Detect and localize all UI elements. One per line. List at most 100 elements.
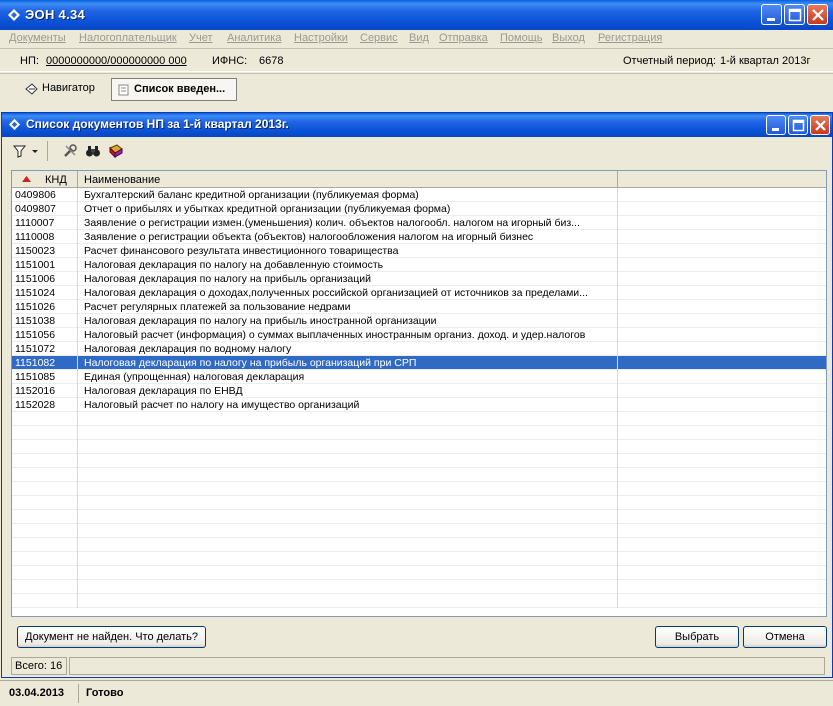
- cancel-button[interactable]: Отмена: [743, 626, 827, 648]
- table-row[interactable]: 1151024 Налоговая декларация о доходах,по…: [12, 286, 826, 300]
- tab-navigator[interactable]: Навигатор: [20, 78, 101, 101]
- cell-knd: [12, 566, 78, 580]
- filter-dropdown-icon[interactable]: [12, 143, 42, 159]
- cell-name: [78, 594, 618, 608]
- table-row[interactable]: 1151072 Налоговая декларация по водному н…: [12, 342, 826, 356]
- column-name-label: Наименование: [84, 174, 161, 186]
- cell-name: [78, 468, 618, 482]
- cell-empty: [618, 202, 826, 216]
- document-not-found-button[interactable]: Документ не найден. Что делать?: [17, 626, 206, 648]
- cell-empty: [618, 370, 826, 384]
- table-row[interactable]: 1151056 Налоговый расчет (информация) о с…: [12, 328, 826, 342]
- cell-knd: 1151026: [12, 300, 78, 314]
- child-title-bar[interactable]: Список документов НП за 1-й квартал 2013…: [2, 113, 832, 137]
- app-logo-icon: [8, 9, 20, 21]
- table-row[interactable]: 1110007 Заявление о регистрации измен.(ум…: [12, 216, 826, 230]
- np-label: НП:: [20, 55, 39, 67]
- cell-name: [78, 426, 618, 440]
- cell-name: Налоговая декларация по налогу на прибыл…: [78, 272, 618, 286]
- tab-document-list-label: Список введен...: [134, 83, 226, 95]
- menu-registration[interactable]: Регистрация: [598, 32, 662, 44]
- cell-knd: 0409806: [12, 188, 78, 202]
- select-button[interactable]: Выбрать: [655, 626, 739, 648]
- cell-name: Расчет финансового результата инвестицио…: [78, 244, 618, 258]
- close-button[interactable]: [807, 4, 828, 25]
- table-row[interactable]: 1151038 Налоговая декларация по налогу на…: [12, 314, 826, 328]
- cell-knd: 1110008: [12, 230, 78, 244]
- child-minimize-button[interactable]: [766, 115, 786, 135]
- tab-document-list[interactable]: Список введен...: [111, 78, 237, 101]
- toolbar-separator: [47, 141, 48, 161]
- table-row-empty: [12, 552, 826, 566]
- table-row[interactable]: 1151085 Единая (упрощенная) налоговая дек…: [12, 370, 826, 384]
- cell-name: Налоговый расчет по налогу на имущество …: [78, 398, 618, 412]
- cell-name: [78, 552, 618, 566]
- menu-send[interactable]: Отправка: [439, 32, 488, 44]
- cell-knd: 1152028: [12, 398, 78, 412]
- table-row[interactable]: 0409807 Отчет о прибылях и убытках кредит…: [12, 202, 826, 216]
- table-row-empty: [12, 454, 826, 468]
- table-row[interactable]: 0409806 Бухгалтерский баланс кредитной ор…: [12, 188, 826, 202]
- cell-knd: 1151038: [12, 314, 78, 328]
- child-maximize-button[interactable]: [788, 115, 808, 135]
- tab-navigator-label: Навигатор: [42, 82, 95, 94]
- table-row-empty: [12, 580, 826, 594]
- child-close-button[interactable]: [810, 115, 830, 135]
- cell-knd: [12, 412, 78, 426]
- cell-knd: [12, 580, 78, 594]
- main-title-bar[interactable]: ЭОН 4.34: [0, 0, 833, 30]
- cell-knd: 1151082: [12, 356, 78, 370]
- cell-knd: 0409807: [12, 202, 78, 216]
- cell-name: [78, 440, 618, 454]
- table-row[interactable]: 1151006 Налоговая декларация по налогу на…: [12, 272, 826, 286]
- cell-empty: [618, 454, 826, 468]
- cell-knd: [12, 496, 78, 510]
- book-icon[interactable]: [108, 143, 124, 159]
- cell-name: Налоговая декларация о доходах,полученны…: [78, 286, 618, 300]
- table-row[interactable]: 1110008 Заявление о регистрации объекта (…: [12, 230, 826, 244]
- np-value-link[interactable]: 0000000000/000000000 000: [46, 55, 187, 67]
- menu-view[interactable]: Вид: [409, 32, 429, 44]
- cell-name: Единая (упрощенная) налоговая декларация: [78, 370, 618, 384]
- column-header-name[interactable]: Наименование: [78, 171, 618, 188]
- table-row[interactable]: 1151026 Расчет регулярных платежей за пол…: [12, 300, 826, 314]
- column-header-knd[interactable]: КНД: [12, 171, 78, 188]
- cell-empty: [618, 398, 826, 412]
- cell-name: [78, 412, 618, 426]
- menu-exit[interactable]: Выход: [552, 32, 585, 44]
- table-row[interactable]: 1151082 Налоговая декларация по налогу на…: [12, 356, 826, 370]
- cell-empty: [618, 356, 826, 370]
- tools-icon[interactable]: [62, 143, 78, 159]
- menu-help[interactable]: Помощь: [500, 32, 543, 44]
- maximize-button[interactable]: [784, 4, 805, 25]
- cell-knd: [12, 482, 78, 496]
- table-row[interactable]: 1152028 Налоговый расчет по налогу на иму…: [12, 398, 826, 412]
- menu-analytics[interactable]: Аналитика: [227, 32, 281, 44]
- cell-empty: [618, 272, 826, 286]
- binoculars-search-icon[interactable]: [85, 143, 101, 159]
- cell-empty: [618, 426, 826, 440]
- cell-empty: [618, 524, 826, 538]
- documents-grid[interactable]: КНД Наименование 0409806 Бухгалтерский ба…: [11, 170, 827, 617]
- menu-documents[interactable]: Документы: [9, 32, 66, 44]
- table-row[interactable]: 1150023 Расчет финансового результата инв…: [12, 244, 826, 258]
- table-row-empty: [12, 524, 826, 538]
- cell-name: [78, 454, 618, 468]
- table-row-empty: [12, 426, 826, 440]
- menu-taxpayer[interactable]: Налогоплательщик: [79, 32, 177, 44]
- menu-settings[interactable]: Настройки: [294, 32, 348, 44]
- cell-empty: [618, 216, 826, 230]
- minimize-button[interactable]: [761, 4, 782, 25]
- minimize-icon: [772, 128, 779, 131]
- child-toolbar: [2, 137, 832, 165]
- table-row[interactable]: 1152016 Налоговая декларация по ЕНВД: [12, 384, 826, 398]
- cell-empty: [618, 538, 826, 552]
- cell-knd: 1150023: [12, 244, 78, 258]
- cell-knd: [12, 426, 78, 440]
- cell-empty: [618, 552, 826, 566]
- menu-accounting[interactable]: Учет: [189, 32, 213, 44]
- table-row[interactable]: 1151001 Налоговая декларация по налогу на…: [12, 258, 826, 272]
- cell-name: Налоговая декларация по налогу на прибыл…: [78, 356, 618, 370]
- table-row-empty: [12, 412, 826, 426]
- menu-service[interactable]: Сервис: [360, 32, 398, 44]
